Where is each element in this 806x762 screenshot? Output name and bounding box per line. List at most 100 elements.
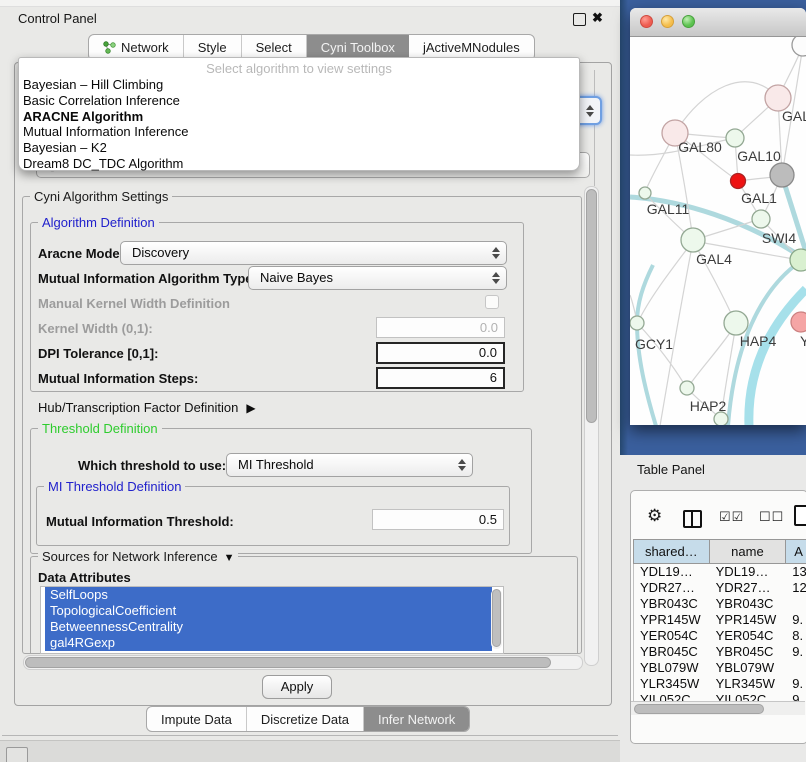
node-gray[interactable] [770, 163, 794, 187]
cell: YBL079W [710, 660, 787, 676]
manual-kernel-checkbox[interactable] [485, 295, 499, 309]
h-scrollbar-thumb[interactable] [25, 657, 551, 668]
hub-expander[interactable]: Hub/Transcription Factor Definition▶ [38, 400, 256, 415]
column-header-partial[interactable]: A [786, 540, 806, 563]
node-label-gal1: GAL1 [741, 190, 777, 206]
cell: YBL079W [634, 660, 710, 676]
node-y-partial[interactable] [791, 312, 806, 332]
node-red-selected[interactable] [731, 174, 746, 189]
gear-icon[interactable]: ⚙ [647, 506, 662, 526]
minimized-window-icon[interactable] [6, 747, 28, 762]
cell: YLR345W [634, 676, 710, 692]
table-row[interactable]: YER054CYER054C8. [634, 628, 806, 644]
list-item-selfloops[interactable]: SelfLoops [45, 587, 492, 603]
tab-impute-data[interactable]: Impute Data [147, 707, 247, 731]
list-scrollbar[interactable] [491, 589, 502, 649]
table-row[interactable]: YPR145WYPR145W9. [634, 612, 806, 628]
table-header-row: shared… name A [633, 539, 806, 564]
mi-steps-label: Mutual Information Steps: [38, 371, 198, 386]
which-threshold-select[interactable]: MI Threshold [226, 453, 473, 477]
node-swi4[interactable] [790, 249, 806, 271]
network-graph: GAL GAL80 GAL10 GAL1 GAL11 SWI4 GAL4 GCY… [630, 37, 806, 425]
tab-label: Cyni Toolbox [321, 40, 395, 55]
table-row[interactable]: YBL079WYBL079W [634, 660, 806, 676]
mi-algorithm-type-select[interactable]: Naive Bayes [248, 266, 507, 290]
tab-label: Network [121, 40, 169, 55]
node-gal1[interactable] [752, 210, 770, 228]
column-header-shared-name[interactable]: shared… [634, 540, 710, 563]
dropdown-item-bayesian-hill-climbing[interactable]: Bayesian – Hill Climbing [19, 77, 579, 93]
cell: YDL19… [710, 564, 787, 580]
list-scrollbar-thumb[interactable] [492, 589, 501, 647]
mi-steps-field[interactable]: 6 [376, 367, 505, 389]
mi-type-value: Naive Bayes [260, 267, 333, 289]
expander-arrow-icon: ▶ [246, 401, 255, 415]
sources-group-title[interactable]: Sources for Network Inference▼ [38, 549, 238, 564]
cell: YER054C [634, 628, 710, 644]
tab-infer-network[interactable]: Infer Network [364, 707, 469, 731]
kernel-width-value: 0.0 [480, 320, 498, 335]
node-label-gal80: GAL80 [678, 139, 722, 155]
network-window-titlebar[interactable] [630, 8, 806, 37]
stepper-icon [492, 272, 500, 284]
table-row[interactable]: YBR045CYBR045C9. [634, 644, 806, 660]
network-icon [103, 41, 116, 54]
table-scrollbar-thumb[interactable] [634, 704, 764, 714]
column-header-name[interactable]: name [710, 540, 787, 563]
control-panel-title: Control Panel [18, 11, 97, 26]
node-hap2[interactable] [680, 381, 694, 395]
kernel-width-label: Kernel Width (0,1): [38, 321, 153, 336]
node-label-y-partial: Y [800, 333, 806, 349]
zoom-window-icon[interactable] [682, 15, 695, 28]
deselect-all-icon[interactable]: ☐☐ [759, 509, 784, 525]
table-body: YDL19…YDL19…13 YDR27…YDR27…12 YBR043CYBR… [633, 564, 806, 708]
node-gal11[interactable] [639, 187, 651, 199]
tab-label: Select [256, 40, 292, 55]
list-item-gal4rgexp[interactable]: gal4RGexp [45, 635, 492, 651]
node-hap4[interactable] [724, 311, 748, 335]
cell: 9. [786, 644, 806, 660]
network-view-window: GAL GAL80 GAL10 GAL1 GAL11 SWI4 GAL4 GCY… [630, 8, 806, 425]
list-item-topologicalcoefficient[interactable]: TopologicalCoefficient [45, 603, 492, 619]
float-panel-icon[interactable] [573, 13, 586, 26]
dropdown-item-basic-correlation[interactable]: Basic Correlation Inference [19, 93, 579, 109]
node-label-swi4: SWI4 [762, 230, 796, 246]
close-window-icon[interactable] [640, 15, 653, 28]
table-row[interactable]: YDR27…YDR27…12 [634, 580, 806, 596]
minimize-window-icon[interactable] [661, 15, 674, 28]
dropdown-item-mutual-information[interactable]: Mutual Information Inference [19, 124, 579, 140]
network-canvas[interactable]: GAL GAL80 GAL10 GAL1 GAL11 SWI4 GAL4 GCY… [630, 37, 806, 425]
dpi-tolerance-field[interactable]: 0.0 [376, 342, 505, 364]
table-horizontal-scrollbar[interactable] [631, 701, 805, 715]
dropdown-item-dream8[interactable]: Dream8 DC_TDC Algorithm [19, 156, 579, 172]
cell: YBR043C [634, 596, 710, 612]
export-table-icon[interactable] [794, 505, 806, 526]
stepper-icon [586, 105, 594, 117]
node-unlabeled[interactable] [792, 37, 806, 56]
node-label-gal11: GAL11 [647, 201, 690, 217]
dpi-tolerance-label: DPI Tolerance [0,1]: [38, 346, 158, 361]
tab-discretize-data[interactable]: Discretize Data [247, 707, 364, 731]
settings-horizontal-scrollbar[interactable] [23, 655, 583, 670]
mi-threshold-field[interactable]: 0.5 [372, 509, 504, 530]
node-gcy1[interactable] [630, 316, 644, 330]
dropdown-item-bayesian-k2[interactable]: Bayesian – K2 [19, 140, 579, 156]
dropdown-item-aracne[interactable]: ARACNE Algorithm [19, 109, 579, 125]
table-row[interactable]: YBR043CYBR043C [634, 596, 806, 612]
settings-vertical-scrollbar[interactable] [584, 186, 599, 666]
select-all-icon[interactable]: ☑☑ [719, 509, 744, 525]
kernel-width-field[interactable]: 0.0 [376, 317, 505, 338]
close-panel-icon[interactable]: ✖ [592, 10, 603, 26]
table-row[interactable]: YLR345WYLR345W9. [634, 676, 806, 692]
list-item-betweennesscentrality[interactable]: BetweennessCentrality [45, 619, 492, 635]
algorithm-definition-title: Algorithm Definition [38, 215, 159, 230]
mi-steps-value: 6 [490, 370, 497, 385]
v-scrollbar-thumb[interactable] [586, 189, 597, 423]
node-label-gal4: GAL4 [696, 251, 732, 267]
node-gal10[interactable] [726, 129, 744, 147]
node-gal4[interactable] [681, 228, 705, 252]
apply-button[interactable]: Apply [262, 675, 332, 699]
columns-icon[interactable] [683, 510, 702, 528]
table-row[interactable]: YDL19…YDL19…13 [634, 564, 806, 580]
aracne-mode-select[interactable]: Discovery [120, 241, 507, 265]
